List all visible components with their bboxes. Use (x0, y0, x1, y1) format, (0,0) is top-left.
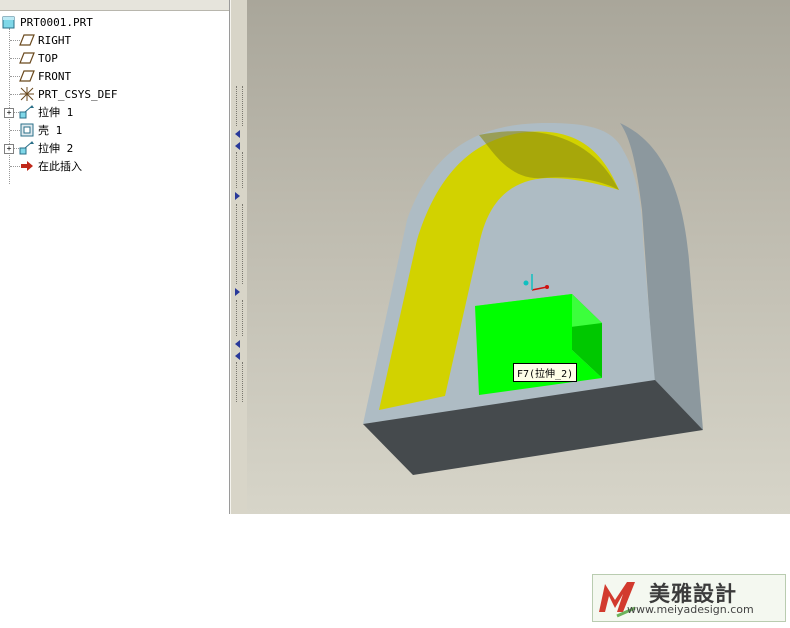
expand-toggle[interactable]: + (4, 144, 14, 154)
tree-item-top[interactable]: TOP (19, 49, 58, 67)
coordinate-system-icon (19, 86, 35, 102)
feature-tooltip: F7(拉伸_2) (513, 363, 578, 382)
tree-item-label: TOP (38, 51, 58, 65)
watermark-logo: 美雅設計 www.meiyadesign.com (592, 574, 786, 622)
collapse-left-icon[interactable] (235, 130, 240, 138)
splitter-grip (236, 362, 243, 402)
extrude-icon (19, 104, 35, 120)
3d-model[interactable] (247, 0, 790, 514)
datum-plane-icon (19, 50, 35, 66)
tree-item-label: PRT0001.PRT (20, 15, 93, 29)
expand-toggle[interactable]: + (4, 108, 14, 118)
tree-item-insert-here[interactable]: 在此插入 (19, 157, 82, 175)
tree-item-front[interactable]: FRONT (19, 67, 71, 85)
splitter-grip (236, 204, 243, 284)
tree-item-shell-1[interactable]: 壳 1 (19, 121, 62, 139)
datum-plane-icon (19, 68, 35, 84)
tree-item-label: FRONT (38, 69, 72, 83)
datum-plane-icon (19, 32, 35, 48)
tree-item-label: 拉伸 1 (38, 106, 74, 119)
extrude-icon (19, 140, 35, 156)
tree-item-label: 壳 1 (38, 124, 63, 137)
tree-item-label: PRT_CSYS_DEF (38, 87, 118, 101)
tree-item-label: 在此插入 (38, 160, 82, 173)
model-tree-panel: PRT0001.PRT RIGHT TOP FRONT PRT_CSYS_DEF… (0, 0, 230, 514)
collapse-left-icon[interactable] (235, 142, 240, 150)
shell-icon (19, 122, 35, 138)
tree-item-label: 拉伸 2 (38, 142, 74, 155)
tree-item-part[interactable]: PRT0001.PRT (1, 13, 93, 31)
splitter-grip (236, 86, 243, 126)
insert-here-arrow-icon (19, 158, 35, 174)
graphics-viewport[interactable]: F7(拉伸_2) (247, 0, 790, 514)
tree-item-label: RIGHT (38, 33, 72, 47)
part-icon (1, 14, 17, 30)
watermark-url: www.meiyadesign.com (627, 603, 754, 616)
tree-item-extrude-2[interactable]: 拉伸 2 (19, 139, 73, 157)
expand-right-icon[interactable] (235, 288, 240, 296)
tree-item-csys[interactable]: PRT_CSYS_DEF (19, 85, 117, 103)
panel-splitter[interactable] (230, 0, 248, 514)
collapse-left-icon[interactable] (235, 340, 240, 348)
tree-item-right[interactable]: RIGHT (19, 31, 71, 49)
splitter-grip (236, 300, 243, 336)
expand-right-icon[interactable] (235, 192, 240, 200)
tree-connector-line (9, 28, 10, 184)
tree-item-extrude-1[interactable]: 拉伸 1 (19, 103, 73, 121)
model-tree-header (0, 0, 229, 11)
collapse-left-icon[interactable] (235, 352, 240, 360)
splitter-grip (236, 152, 243, 188)
